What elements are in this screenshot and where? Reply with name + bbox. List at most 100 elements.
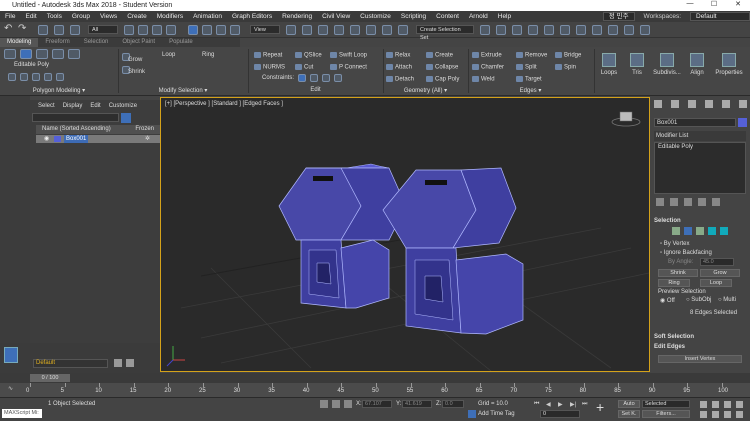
use-soft-selection-icon[interactable] (32, 73, 40, 81)
rendered-frame-window-icon[interactable] (624, 25, 634, 35)
tris-button[interactable]: Tris (624, 51, 650, 81)
menu-customize[interactable]: Customize (355, 13, 396, 20)
select-object-icon[interactable] (124, 25, 134, 35)
polygon-icon[interactable] (708, 227, 716, 235)
spin-button[interactable]: Spin (564, 65, 576, 71)
motion-tab-icon[interactable] (705, 100, 713, 108)
menu-edit[interactable]: Edit (20, 13, 41, 20)
editable-poly-label[interactable]: Editable Poly (14, 62, 49, 68)
unlink-icon[interactable] (54, 25, 64, 35)
field-of-view-icon[interactable] (700, 411, 707, 418)
z-coordinate-field[interactable]: 0.0 (442, 400, 464, 408)
show-end-result-icon[interactable] (20, 73, 28, 81)
zoom-icon[interactable] (700, 401, 707, 408)
selection-rollout[interactable]: Selection (654, 217, 746, 225)
tab-modeling[interactable]: Modeling (0, 38, 39, 47)
layer-settings-icon[interactable] (126, 359, 134, 367)
show-end-result-icon[interactable] (670, 198, 678, 206)
schematic-view-icon[interactable] (576, 25, 586, 35)
frozen-toggle-icon[interactable]: ✲ (145, 135, 150, 143)
undo-icon[interactable]: ↶ (4, 24, 14, 35)
go-to-start-icon[interactable]: ⏮ (534, 401, 539, 408)
vertex-mode-icon[interactable] (4, 49, 16, 59)
frozen-column-header[interactable]: Frozen (135, 125, 154, 134)
key-filters-plus-icon[interactable]: + (596, 400, 610, 415)
time-tag-icon[interactable] (468, 410, 476, 418)
modify-tab-icon[interactable] (671, 100, 679, 108)
edit-edges-rollout[interactable]: Edit Edges (654, 343, 746, 351)
menu-graph-editors[interactable]: Graph Editors (227, 13, 277, 20)
curve-editor-icon[interactable] (560, 25, 570, 35)
element-mode-icon[interactable] (68, 49, 80, 59)
nurms-button[interactable]: NURMS (263, 65, 285, 71)
selection-filter-dropdown[interactable]: All (88, 25, 118, 34)
target-weld-button[interactable]: Target (525, 77, 542, 83)
swift-loop-button[interactable]: Swift Loop (339, 53, 367, 59)
layer-explorer-icon[interactable] (528, 25, 538, 35)
table-row[interactable]: ◉ Box001 ✲ (36, 135, 160, 143)
x-coordinate-field[interactable]: 67.107 (362, 400, 392, 408)
rect-selection-icon[interactable] (152, 25, 162, 35)
constraint-edge-icon[interactable] (310, 74, 318, 82)
object-color-swatch[interactable] (738, 118, 747, 127)
tab-freeform[interactable]: Freeform (38, 38, 76, 47)
insert-vertex-button[interactable]: Insert Vertex (658, 355, 742, 363)
align-button[interactable]: Align (684, 51, 710, 81)
track-bar[interactable]: ∿ 0 5 10 15 20 25 30 35 40 45 50 55 60 65 70 75 80 85 90 95… (0, 383, 750, 397)
reference-coord-dropdown[interactable]: View (250, 25, 280, 34)
split-button[interactable]: Split (525, 65, 537, 71)
vertex-icon[interactable] (672, 227, 680, 235)
polygon-modeling-title[interactable]: Polygon Modeling ▾ (0, 87, 118, 94)
edge-icon[interactable] (684, 227, 692, 235)
spinner-snap-icon[interactable] (382, 25, 392, 35)
ring-selection-button[interactable]: Ring (658, 279, 690, 287)
isolate-selection-icon[interactable] (320, 400, 328, 408)
render-setup-icon[interactable] (608, 25, 618, 35)
name-column-header[interactable]: Name (Sorted Ascending) (42, 126, 111, 132)
hierarchy-tab-icon[interactable] (688, 100, 696, 108)
next-frame-icon[interactable]: ▶| (570, 401, 576, 408)
pivot-center-icon[interactable] (286, 25, 296, 35)
close-button[interactable]: ✕ (726, 0, 750, 8)
window-crossing-icon[interactable] (166, 25, 176, 35)
bridge-button[interactable]: Bridge (564, 53, 581, 59)
menu-animation[interactable]: Animation (188, 13, 227, 20)
curve-editor-mini-icon[interactable]: ∿ (8, 385, 18, 392)
polygon-mode-icon[interactable] (52, 49, 64, 59)
orbit-icon[interactable] (724, 411, 731, 418)
chamfer-button[interactable]: Chamfer (481, 65, 504, 71)
play-icon[interactable]: ▶ (558, 401, 563, 408)
constraint-normal-icon[interactable] (334, 74, 342, 82)
loop-button[interactable]: Loop (162, 52, 175, 58)
bind-space-warp-icon[interactable] (70, 25, 80, 35)
ring-button[interactable]: Ring (202, 52, 214, 58)
ignore-backfacing-checkbox[interactable]: ▫ Ignore Backfacing (660, 250, 712, 256)
menu-group[interactable]: Group (67, 13, 95, 20)
extrude-button[interactable]: Extrude (481, 53, 502, 59)
relax-button[interactable]: Relax (395, 53, 410, 59)
preview-multi-radio[interactable]: ○ Multi (718, 297, 736, 303)
scene-menu-select[interactable]: Select (38, 103, 55, 109)
menu-create[interactable]: Create (122, 13, 152, 20)
weld-button[interactable]: Weld (481, 77, 495, 83)
border-mode-icon[interactable] (36, 49, 48, 59)
scene-search-input[interactable] (32, 113, 119, 122)
display-tab-icon[interactable] (722, 100, 730, 108)
scene-menu-edit[interactable]: Edit (90, 103, 100, 109)
zoom-extents-icon[interactable] (724, 401, 731, 408)
select-manipulate-icon[interactable] (302, 25, 312, 35)
scene-column-header[interactable]: Name (Sorted Ascending) Frozen (36, 125, 160, 134)
loops-button[interactable]: Loops (596, 51, 622, 81)
menu-content[interactable]: Content (431, 13, 464, 20)
key-filters-button[interactable]: Filters... (642, 410, 690, 418)
object-name[interactable]: Box001 (64, 135, 89, 143)
menu-views[interactable]: Views (95, 13, 122, 20)
cap-poly-button[interactable]: Cap Poly (435, 77, 459, 83)
create-tab-icon[interactable] (654, 100, 662, 108)
maximize-button[interactable]: ☐ (702, 0, 726, 8)
menu-help[interactable]: Help (493, 13, 516, 20)
layer-dropdown[interactable]: Default (33, 359, 108, 368)
select-by-name-icon[interactable] (138, 25, 148, 35)
pan-icon[interactable] (712, 411, 719, 418)
constraint-face-icon[interactable] (322, 74, 330, 82)
